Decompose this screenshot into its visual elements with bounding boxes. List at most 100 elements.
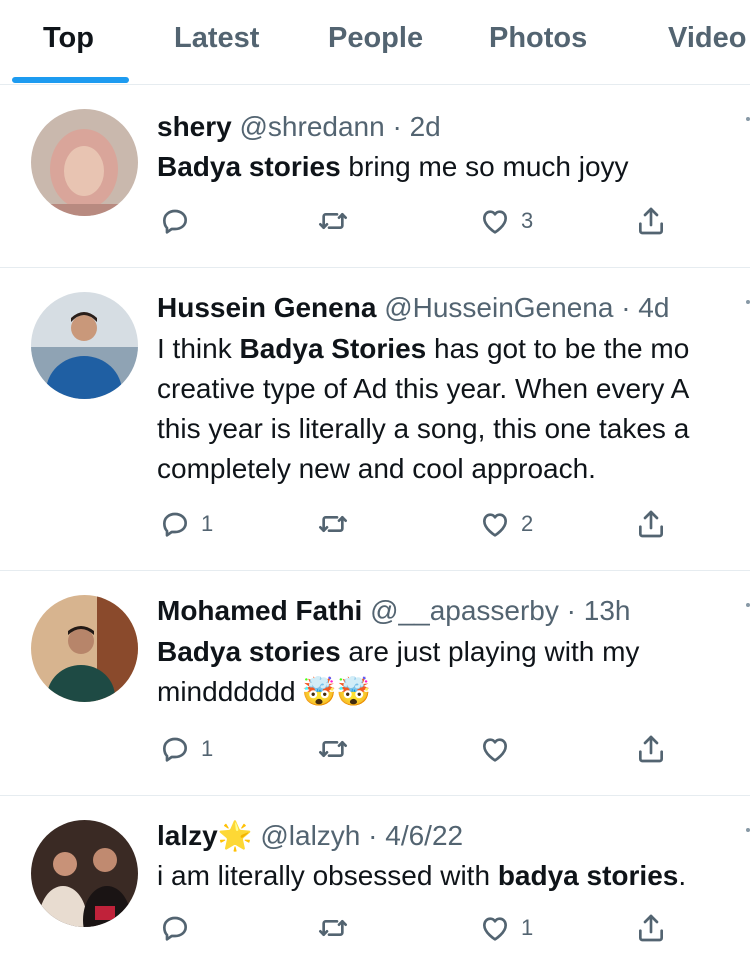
retweet-icon	[319, 516, 347, 532]
reply-icon	[163, 209, 187, 234]
retweet-button[interactable]	[317, 506, 359, 542]
display-name[interactable]: Hussein Genena	[157, 292, 376, 323]
user-handle[interactable]: @HusseinGenena	[384, 292, 613, 323]
tweet-text-plain: completely new and cool approach.	[157, 453, 596, 484]
tweet-text-bold: Badya stories	[157, 151, 341, 182]
tab-photos[interactable]: Photos	[489, 22, 587, 55]
tweet-time[interactable]: · 4/6/22	[368, 820, 463, 851]
user-handle[interactable]: @__apasserby	[370, 595, 559, 626]
tweet-text-plain: bring me so much joyy	[340, 151, 629, 182]
tweet-time[interactable]: · 2d	[392, 111, 440, 142]
search-tabs: Top Latest People Photos Video	[0, 0, 750, 85]
like-button[interactable]: 3	[479, 203, 533, 239]
tweet-text-line: mindddddd 🤯🤯	[157, 672, 750, 712]
retweet-icon	[319, 213, 347, 229]
tweet[interactable]: Mohamed Fathi @__apasserby · 13h Badya s…	[0, 571, 750, 796]
tweet-header: Mohamed Fathi @__apasserby · 13h	[157, 593, 631, 629]
retweet-icon	[319, 741, 347, 757]
tweet-text-line: creative type of Ad this year. When ever…	[157, 369, 750, 409]
retweet-button[interactable]	[317, 910, 359, 946]
more-options-icon[interactable]	[742, 298, 750, 308]
share-button[interactable]	[635, 910, 667, 946]
avatar[interactable]	[31, 109, 138, 216]
like-count: 2	[521, 511, 534, 536]
avatar[interactable]	[31, 292, 138, 399]
share-button[interactable]	[635, 731, 667, 767]
share-icon	[639, 914, 663, 942]
tweet-time[interactable]: · 13h	[567, 595, 631, 626]
tweet-text-bold: Badya stories	[157, 636, 341, 667]
share-button[interactable]	[635, 506, 667, 542]
tweet-actions: 1 2	[157, 506, 697, 542]
heart-icon	[483, 210, 507, 234]
tweet-actions: 1	[157, 731, 697, 767]
user-handle[interactable]: @lalzyh	[260, 820, 360, 851]
more-options-icon[interactable]	[742, 115, 750, 125]
tweet-actions: 3	[157, 203, 697, 239]
avatar[interactable]	[31, 595, 138, 702]
tweet-text-line: I think Badya Stories has got to be the …	[157, 329, 750, 369]
more-options-icon[interactable]	[742, 601, 750, 611]
reply-icon	[163, 737, 187, 762]
tweet-header: Hussein Genena @HusseinGenena · 4d	[157, 290, 669, 326]
tweet-text-plain: this year is literally a song, this one …	[157, 413, 690, 444]
heart-icon	[483, 513, 507, 537]
retweet-button[interactable]	[317, 203, 359, 239]
tweet-text-plain: has got to be the mo	[426, 333, 690, 364]
tweet-text: Badya stories bring me so much joyy	[157, 147, 750, 187]
user-handle[interactable]: @shredann	[240, 111, 385, 142]
tweet-text-line: completely new and cool approach.	[157, 449, 750, 489]
reply-icon	[163, 512, 187, 537]
active-tab-indicator	[12, 77, 129, 83]
tweet-text-plain: I think	[157, 333, 240, 364]
tweet-text: i am literally obsessed with badya stori…	[157, 856, 750, 896]
display-name[interactable]: Mohamed Fathi	[157, 595, 362, 626]
tab-latest[interactable]: Latest	[174, 22, 259, 55]
tweet-text-bold: Badya Stories	[239, 333, 427, 364]
reply-count: 1	[201, 511, 214, 536]
share-button[interactable]	[635, 203, 667, 239]
display-name[interactable]: lalzy	[157, 820, 218, 851]
heart-icon	[483, 738, 507, 762]
reply-count: 1	[201, 736, 214, 761]
reply-button[interactable]: 1	[159, 731, 213, 767]
tweet-time[interactable]: · 4d	[621, 292, 669, 323]
tab-video[interactable]: Video	[668, 22, 746, 55]
tweet-header: shery @shredann · 2d	[157, 109, 441, 145]
like-button[interactable]	[479, 731, 521, 767]
tweet-text: I think Badya Stories has got to be the …	[157, 329, 750, 489]
tweet-text-line: Badya stories are just playing with my	[157, 632, 750, 672]
tab-top[interactable]: Top	[43, 22, 94, 55]
like-count: 3	[521, 208, 534, 233]
reply-button[interactable]	[159, 910, 201, 946]
tweet-header: lalzy🌟 @lalzyh · 4/6/22	[157, 818, 463, 854]
tweet-text-plain: creative type of Ad this year. When ever…	[157, 373, 690, 404]
tweet-text: Badya stories are just playing with my m…	[157, 632, 750, 712]
like-button[interactable]: 1	[479, 910, 533, 946]
share-icon	[639, 510, 663, 538]
retweet-button[interactable]	[317, 731, 359, 767]
tweet-text-bold: badya stories	[497, 860, 679, 891]
share-icon	[639, 207, 663, 235]
heart-icon	[483, 917, 507, 941]
tweet-text-plain: are just playing with my	[340, 636, 640, 667]
like-button[interactable]: 2	[479, 506, 533, 542]
reply-button[interactable]: 1	[159, 506, 213, 542]
avatar[interactable]	[31, 820, 138, 927]
tweet-text-plain: i am literally obsessed with	[157, 860, 498, 891]
retweet-icon	[319, 920, 347, 936]
display-name[interactable]: shery	[157, 111, 232, 142]
tweet[interactable]: shery @shredann · 2d Badya stories bring…	[0, 85, 750, 268]
share-icon	[639, 735, 663, 763]
tweet-actions: 1	[157, 910, 697, 946]
like-count: 1	[521, 915, 534, 940]
reply-icon	[163, 916, 187, 941]
tweet-text-plain: .	[678, 860, 687, 891]
more-options-icon[interactable]	[742, 826, 750, 836]
exploding-head-emoji: 🤯🤯	[301, 676, 372, 707]
tweet[interactable]: lalzy🌟 @lalzyh · 4/6/22 i am literally o…	[0, 796, 750, 978]
tab-people[interactable]: People	[328, 22, 423, 55]
star-emoji: 🌟	[217, 820, 253, 851]
tweet[interactable]: Hussein Genena @HusseinGenena · 4d I thi…	[0, 268, 750, 571]
reply-button[interactable]	[159, 203, 201, 239]
